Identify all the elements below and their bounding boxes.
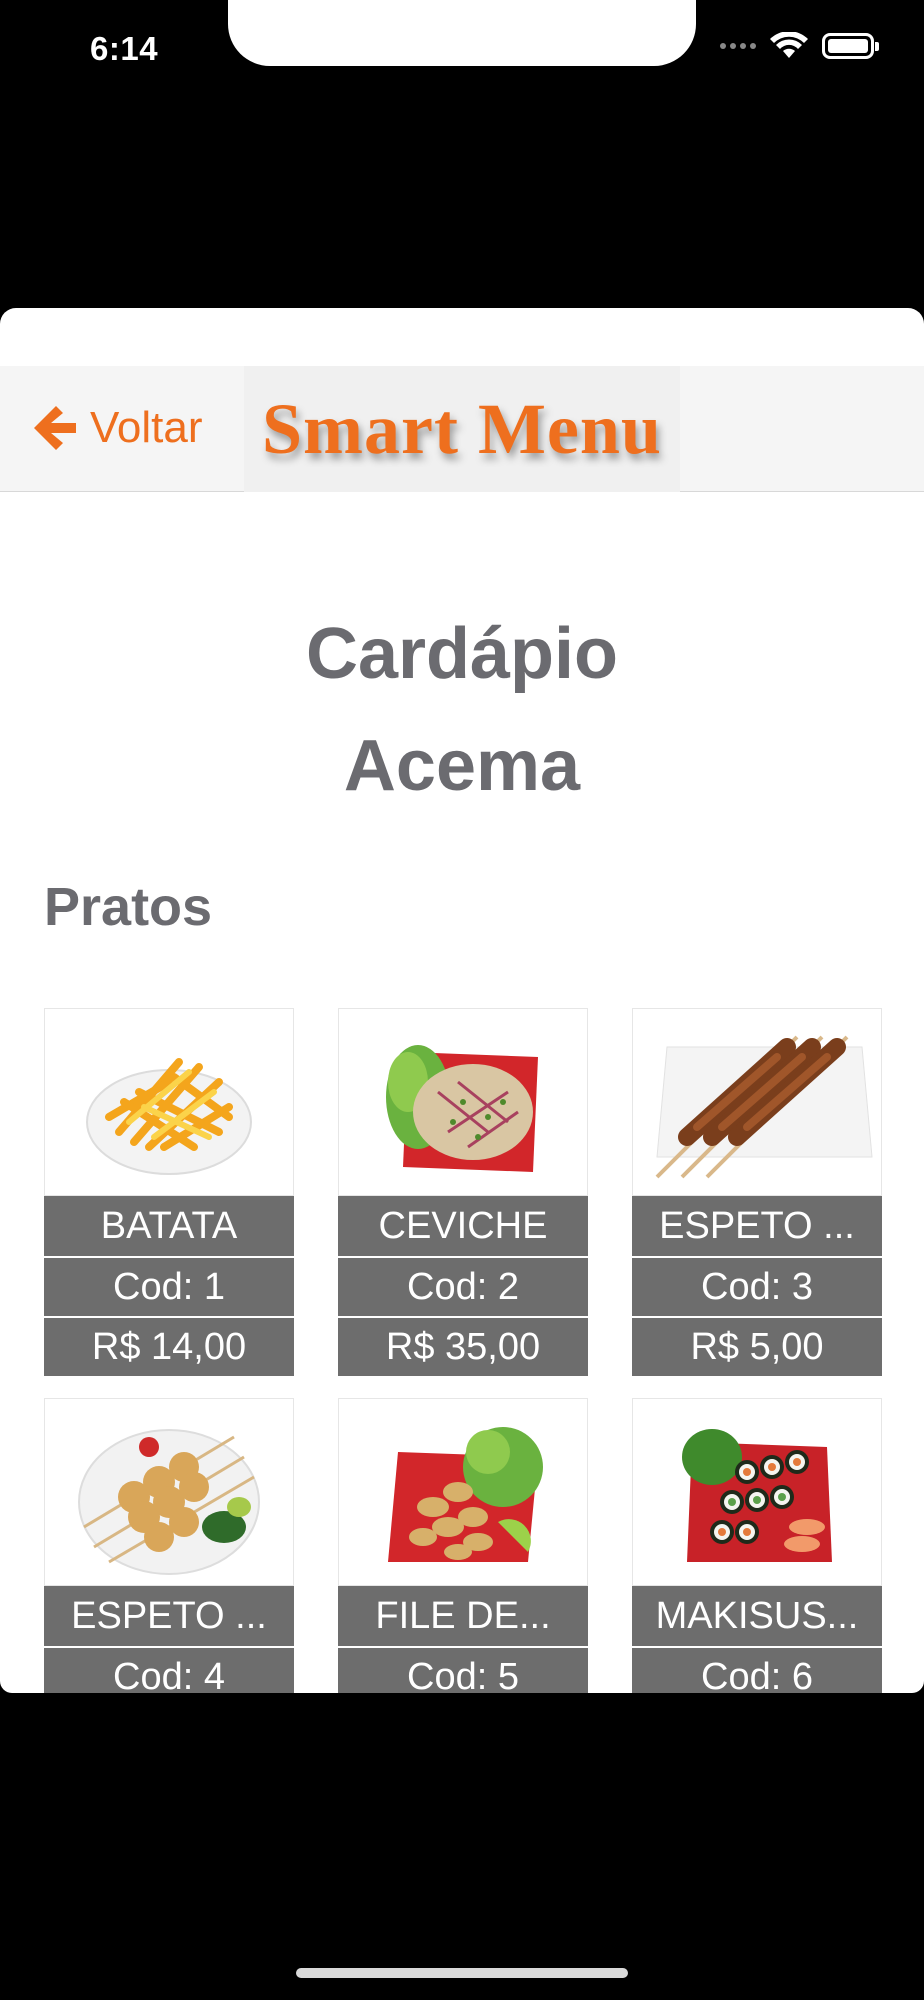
page-title-line1: Cardápio	[305, 614, 619, 694]
french-fries-image	[44, 1008, 294, 1196]
page-title: Cardápio Acema	[0, 598, 924, 822]
menu-item-card[interactable]: BATATA Cod: 1 R$ 14,00	[44, 1008, 294, 1376]
battery-icon	[822, 33, 879, 59]
sushi-image	[632, 1398, 882, 1586]
item-name: MAKISUS...	[632, 1586, 882, 1646]
menu-item-card[interactable]: MAKISUS... Cod: 6	[632, 1398, 882, 1693]
ceviche-image	[338, 1008, 588, 1196]
item-price: R$ 14,00	[44, 1316, 294, 1376]
menu-item-card[interactable]: FILE DE... Cod: 5	[338, 1398, 588, 1693]
status-icons	[720, 32, 879, 60]
item-name: CEVICHE	[338, 1196, 588, 1256]
item-code: Cod: 4	[44, 1646, 294, 1693]
signal-icon	[720, 43, 756, 49]
item-name: ESPETO ...	[632, 1196, 882, 1256]
item-price: R$ 35,00	[338, 1316, 588, 1376]
item-name: FILE DE...	[338, 1586, 588, 1646]
app-screen: Voltar Smart Menu Cardápio Acema Pratos	[0, 308, 924, 1693]
item-code: Cod: 6	[632, 1646, 882, 1693]
menu-item-card[interactable]: ESPETO ... Cod: 4	[44, 1398, 294, 1693]
item-code: Cod: 2	[338, 1256, 588, 1316]
navbar: Voltar Smart Menu	[0, 366, 924, 492]
wifi-icon	[770, 32, 808, 58]
item-code: Cod: 1	[44, 1256, 294, 1316]
logo-text: Smart Menu	[262, 388, 662, 469]
menu-item-card[interactable]: CEVICHE Cod: 2 R$ 35,00	[338, 1008, 588, 1376]
item-price: R$ 5,00	[632, 1316, 882, 1376]
item-code: Cod: 3	[632, 1256, 882, 1316]
section-title: Pratos	[44, 877, 213, 937]
device-frame: 6:14 Voltar Smart Menu Cardápio Acema Pr…	[0, 0, 924, 2000]
skewer-image	[632, 1008, 882, 1196]
fried-fish-image	[338, 1398, 588, 1586]
item-name: ESPETO ...	[44, 1586, 294, 1646]
status-bar: 6:14	[0, 0, 924, 100]
back-button[interactable]: Voltar	[30, 402, 203, 454]
back-label: Voltar	[90, 403, 203, 452]
notch	[228, 0, 696, 66]
arrow-left-icon	[34, 406, 76, 450]
item-name: BATATA	[44, 1196, 294, 1256]
chicken-skewer-image	[44, 1398, 294, 1586]
item-code: Cod: 5	[338, 1646, 588, 1693]
menu-item-card[interactable]: ESPETO ... Cod: 3 R$ 5,00	[632, 1008, 882, 1376]
page-title-line2: Acema	[343, 726, 581, 806]
app-logo: Smart Menu	[244, 366, 680, 492]
home-indicator[interactable]	[296, 1968, 628, 1978]
status-time: 6:14	[90, 30, 159, 67]
